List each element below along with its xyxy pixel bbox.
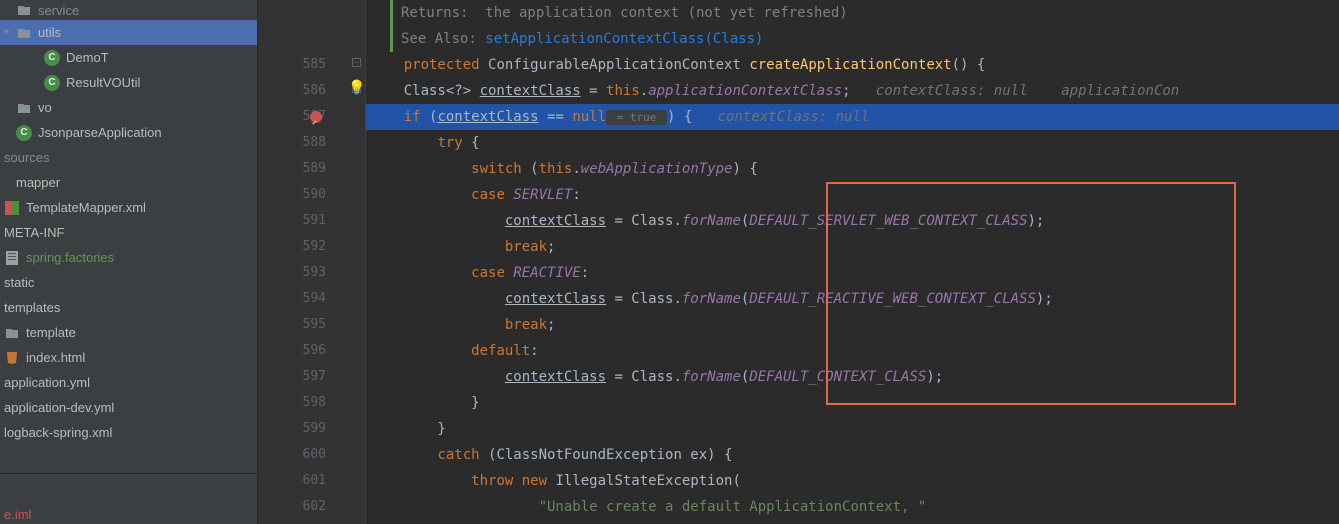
code-line-588[interactable]: try {	[366, 130, 1339, 156]
tree-item-templatemapper[interactable]: TemplateMapper.xml	[0, 195, 257, 220]
code-line-597[interactable]: contextClass = Class.forName(DEFAULT_CON…	[366, 364, 1339, 390]
code-line-587-current[interactable]: if (contextClass == null = true ) { cont…	[366, 104, 1339, 130]
tree-label: JsonparseApplication	[38, 125, 162, 140]
code-line-586[interactable]: Class<?> contextClass = this.application…	[366, 78, 1339, 104]
code-editor[interactable]: 5855865875885895905915925935945955965975…	[258, 0, 1339, 524]
line-number[interactable]: 585	[258, 52, 326, 78]
folder-icon	[16, 2, 32, 18]
tree-item-iml[interactable]: e.iml	[0, 502, 257, 524]
tree-label: template	[26, 325, 76, 340]
tree-label: static	[4, 275, 34, 290]
line-number[interactable]: 590	[258, 182, 326, 208]
line-number[interactable]: 598	[258, 390, 326, 416]
line-number[interactable]: 596	[258, 338, 326, 364]
tree-label: index.html	[26, 350, 85, 365]
tree-item-logback[interactable]: logback-spring.xml	[0, 420, 257, 445]
tree-label: sources	[4, 150, 50, 165]
code-line-591[interactable]: contextClass = Class.forName(DEFAULT_SER…	[366, 208, 1339, 234]
tree-item-indexhtml[interactable]: index.html	[0, 345, 257, 370]
code-line-602[interactable]: "Unable create a default ApplicationCont…	[366, 494, 1339, 520]
code-line-590[interactable]: case SERVLET:	[366, 182, 1339, 208]
tree-label: TemplateMapper.xml	[26, 200, 146, 215]
line-gutter[interactable]: 5855865875885895905915925935945955965975…	[258, 0, 348, 524]
code-line-595[interactable]: break;	[366, 312, 1339, 338]
tree-label: mapper	[16, 175, 60, 190]
class-icon: C	[44, 50, 60, 66]
code-content[interactable]: Returns: the application context (not ye…	[366, 0, 1339, 524]
code-line-594[interactable]: contextClass = Class.forName(DEFAULT_REA…	[366, 286, 1339, 312]
fold-column[interactable]: − −	[348, 0, 366, 524]
line-number[interactable]: 593	[258, 260, 326, 286]
intention-bulb-icon[interactable]: 💡	[348, 80, 366, 96]
line-number[interactable]: 601	[258, 468, 326, 494]
tree-label: ResultVOUtil	[66, 75, 140, 90]
code-line-600[interactable]: catch (ClassNotFoundException ex) {	[366, 442, 1339, 468]
tree-label: vo	[38, 100, 52, 115]
tree-label: utils	[38, 25, 61, 40]
code-line-589[interactable]: switch (this.webApplicationType) {	[366, 156, 1339, 182]
line-number[interactable]: 594	[258, 286, 326, 312]
tree-label: META-INF	[4, 225, 64, 240]
tree-label: service	[38, 3, 79, 18]
tree-item-mapper[interactable]: mapper	[0, 170, 257, 195]
tree-label: templates	[4, 300, 60, 315]
line-number[interactable]: 591	[258, 208, 326, 234]
tree-label: application.yml	[4, 375, 90, 390]
file-icon	[4, 250, 20, 266]
folder-icon	[16, 100, 32, 116]
code-line-599[interactable]: }	[366, 416, 1339, 442]
tree-item-service[interactable]: service	[0, 0, 257, 20]
doc-seealso: See Also:	[401, 26, 485, 52]
tree-item-utils[interactable]: ▾ utils	[0, 20, 257, 45]
xml-icon	[4, 200, 20, 216]
tree-item-sources[interactable]: sources	[0, 145, 257, 170]
project-tree[interactable]: service ▾ utils C DemoT C ResultVOUtil v…	[0, 0, 258, 524]
tree-item-appyml[interactable]: application.yml	[0, 370, 257, 395]
line-number[interactable]: 592	[258, 234, 326, 260]
tree-item-jsonparseapp[interactable]: C JsonparseApplication	[0, 120, 257, 145]
doc-link[interactable]: setApplicationContextClass(Class)	[485, 26, 763, 52]
tree-label: logback-spring.xml	[4, 425, 112, 440]
line-number[interactable]: 595	[258, 312, 326, 338]
tree-item-demot[interactable]: C DemoT	[0, 45, 257, 70]
tree-label: DemoT	[66, 50, 109, 65]
inline-hint: = true	[606, 110, 667, 125]
line-number[interactable]: 599	[258, 416, 326, 442]
line-number[interactable]: 588	[258, 130, 326, 156]
doc-returns: Returns: the application context (not ye…	[401, 0, 848, 26]
line-number[interactable]: 597	[258, 364, 326, 390]
line-number[interactable]: 600	[258, 442, 326, 468]
line-number[interactable]: 587	[258, 104, 326, 130]
fold-toggle-icon[interactable]: −	[352, 58, 361, 67]
tree-item-metainf[interactable]: META-INF	[0, 220, 257, 245]
code-line-596[interactable]: default:	[366, 338, 1339, 364]
line-number[interactable]: 586	[258, 78, 326, 104]
tree-item-template[interactable]: template	[0, 320, 257, 345]
html-icon	[4, 350, 20, 366]
folder-icon	[4, 325, 20, 341]
class-icon: C	[44, 75, 60, 91]
code-line-601[interactable]: throw new IllegalStateException(	[366, 468, 1339, 494]
tree-label: application-dev.yml	[4, 400, 114, 415]
code-line-593[interactable]: case REACTIVE:	[366, 260, 1339, 286]
code-line-585[interactable]: protected ConfigurableApplicationContext…	[366, 52, 1339, 78]
breakpoint-icon[interactable]	[310, 111, 322, 123]
tree-item-static[interactable]: static	[0, 270, 257, 295]
expand-arrow-icon[interactable]: ▾	[4, 27, 16, 38]
line-number[interactable]: 602	[258, 494, 326, 520]
line-number[interactable]: 589	[258, 156, 326, 182]
tree-item-vo[interactable]: vo	[0, 95, 257, 120]
code-line-598[interactable]: }	[366, 390, 1339, 416]
code-line-592[interactable]: break;	[366, 234, 1339, 260]
folder-icon	[16, 25, 32, 41]
tree-item-springfactories[interactable]: spring.factories	[0, 245, 257, 270]
tree-item-templates[interactable]: templates	[0, 295, 257, 320]
tree-label: spring.factories	[26, 250, 114, 265]
tree-item-resultvoutil[interactable]: C ResultVOUtil	[0, 70, 257, 95]
class-icon: C	[16, 125, 32, 141]
tree-item-appdevyml[interactable]: application-dev.yml	[0, 395, 257, 420]
tree-label: e.iml	[4, 507, 31, 522]
